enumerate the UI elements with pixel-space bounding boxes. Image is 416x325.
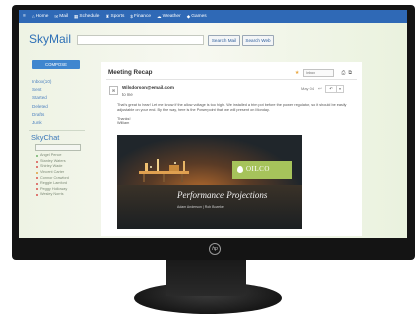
status-dot-icon: [36, 177, 38, 180]
app-logo[interactable]: SkyMail: [29, 32, 71, 46]
search-web-button[interactable]: Search Web: [242, 35, 274, 46]
folder-list: Inbox(10) Sent Started Deleted Drafts Ju…: [27, 78, 87, 127]
oilco-banner: OILCO: [232, 161, 292, 179]
message-toolbar: ★ Inbox ⎙ ⧉: [295, 69, 352, 77]
oil-rig-image: [139, 159, 189, 182]
nav-label: Games: [191, 14, 207, 19]
top-navbar: ≡ ⌂ Home ✉ Mail ▦ Schedule ♜ Sports $ Finance…: [19, 10, 407, 23]
nav-weather[interactable]: ☁ Weather: [157, 14, 181, 20]
compose-button[interactable]: COMPOSE: [32, 60, 80, 69]
status-dot-icon: [36, 194, 38, 197]
header-divider: [106, 79, 357, 80]
slide-presenters: Adam Anderson | Rob Bozeke: [177, 205, 224, 209]
nav-mail[interactable]: ✉ Mail: [54, 14, 68, 20]
trophy-icon: ♜: [105, 13, 110, 19]
slide-title: Performance Projections: [177, 190, 268, 200]
folder-junk[interactable]: Junk: [32, 119, 87, 127]
chat-title: SkyChat: [31, 133, 60, 143]
message-signature: William: [117, 121, 130, 126]
message-body: That's great to hear! Let me know if the…: [117, 103, 349, 126]
sender-email[interactable]: Wilsdorson@email.com: [122, 85, 174, 90]
reply-icon[interactable]: ↩: [318, 86, 322, 92]
cloud-icon: ☁: [157, 13, 162, 19]
status-dot-icon: [36, 188, 38, 191]
nav-home[interactable]: ⌂ Home: [32, 14, 49, 19]
status-dot-icon: [36, 166, 38, 169]
nav-sports[interactable]: ♜ Sports: [105, 14, 124, 20]
calendar-icon: ▦: [74, 13, 79, 19]
move-to-select[interactable]: Inbox: [303, 69, 335, 77]
nav-label: Mail: [59, 14, 69, 19]
print-icon[interactable]: ⎙: [341, 70, 345, 76]
message-subject: Meeting Recap: [108, 69, 153, 76]
folder-inbox[interactable]: Inbox(10): [32, 78, 87, 86]
nav-games[interactable]: ◆ Games: [187, 14, 207, 20]
folder-deleted[interactable]: Deleted: [32, 103, 87, 111]
mail-icon: ✉: [54, 13, 59, 19]
slide-brand: OILCO: [246, 165, 270, 173]
nav-label: Schedule: [79, 14, 100, 19]
gamepad-icon: ◆: [186, 13, 191, 19]
nav-finance[interactable]: $ Finance: [130, 14, 151, 19]
menu-icon[interactable]: ≡: [23, 14, 26, 19]
hp-logo-icon: hp: [209, 243, 221, 255]
money-icon: $: [130, 14, 133, 19]
popout-icon[interactable]: ⧉: [348, 70, 352, 76]
chat-contact[interactable]: Wesley Norris: [36, 192, 87, 198]
sidebar-divider: [29, 130, 85, 132]
status-dot-icon: [36, 160, 38, 163]
recipient-label[interactable]: to me: [122, 92, 133, 97]
home-icon: ⌂: [31, 14, 35, 19]
chat-contact-list: Angel Pence Stanley Waters Shirley Wade Vin…: [27, 153, 87, 198]
nav-schedule[interactable]: ▦ Schedule: [74, 14, 99, 20]
nav-label: Sports: [110, 14, 125, 19]
contact-name: Wesley Norris: [40, 192, 64, 197]
folder-sent[interactable]: Sent: [32, 86, 87, 94]
folder-drafts[interactable]: Drafts: [32, 111, 87, 119]
nav-label: Finance: [133, 14, 152, 19]
monitor: ≡ ⌂ Home ✉ Mail ▦ Schedule ♜ Sports $ Finance…: [12, 5, 415, 260]
status-dot-icon: [36, 154, 38, 157]
chat-search-input[interactable]: [35, 144, 81, 152]
status-dot-icon: [36, 182, 38, 185]
message-pane: Meeting Recap ★ Inbox ⎙ ⧉ ✉ Wilsdorson@e…: [101, 62, 362, 236]
message-date: May 04: [301, 86, 315, 91]
sender-avatar-icon: ✉: [109, 86, 118, 95]
nav-label: Home: [35, 14, 49, 19]
monitor-stand: [166, 260, 246, 296]
star-icon[interactable]: ★: [295, 70, 299, 76]
search-input[interactable]: [77, 35, 204, 45]
screen: ≡ ⌂ Home ✉ Mail ▦ Schedule ♜ Sports $ Finance…: [19, 10, 407, 238]
sidebar: COMPOSE Inbox(10) Sent Started Deleted D…: [27, 60, 87, 198]
more-options-icon[interactable]: ▾: [336, 85, 344, 93]
oil-drop-icon: [237, 166, 243, 173]
status-dot-icon: [36, 171, 38, 174]
attachment-slide-preview[interactable]: OILCO Performance Projections Adam Ander…: [117, 135, 302, 229]
nav-label: Weather: [162, 14, 181, 19]
search-mail-button[interactable]: Search Mail: [208, 35, 240, 46]
folder-started[interactable]: Started: [32, 94, 87, 102]
message-text: That's great to hear! Let me know if the…: [117, 103, 347, 112]
